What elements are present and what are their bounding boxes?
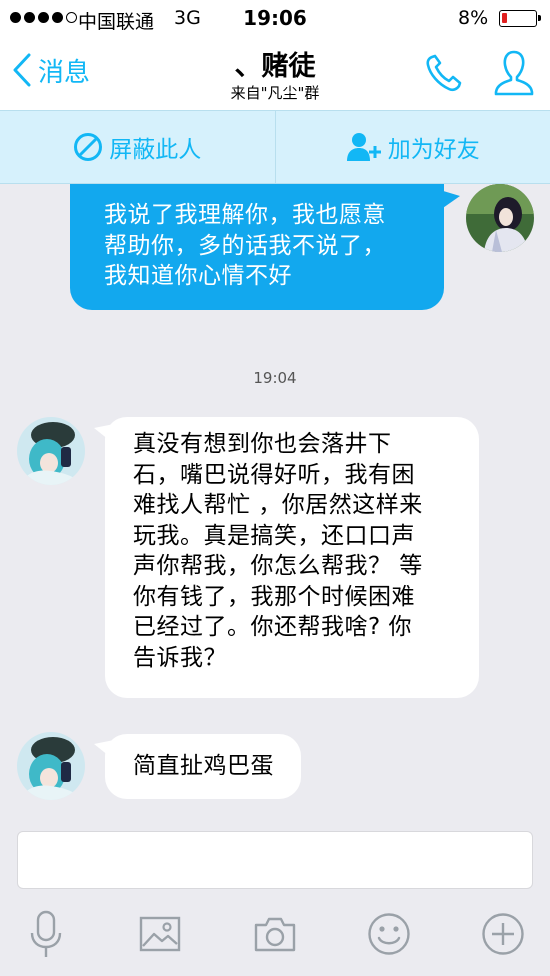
- add-friend-label: 加为好友: [387, 137, 480, 163]
- received-message-bubble[interactable]: 真没有想到你也会落井下 石，嘴巴说得好听，我有困 难找人帮忙 ，你居然这样来 玩…: [105, 417, 479, 698]
- emoji-button[interactable]: [363, 908, 415, 960]
- phone-button[interactable]: [422, 52, 466, 96]
- add-friend-icon: [346, 133, 381, 161]
- input-area: [0, 820, 550, 976]
- message-line: 帮助你，多的话我不说了，: [104, 232, 386, 259]
- phone-icon: [426, 54, 462, 92]
- camera-button[interactable]: [249, 908, 301, 960]
- person-icon: [494, 50, 534, 96]
- block-user-button[interactable]: 屏蔽此人: [0, 111, 275, 183]
- message-line: 我知道你心情不好: [104, 263, 292, 289]
- message-line: 已经过了。你还帮我啥? 你: [133, 614, 413, 640]
- my-avatar[interactable]: [466, 184, 534, 252]
- block-user-label: 屏蔽此人: [109, 137, 202, 163]
- image-icon: [139, 916, 181, 952]
- message-line: 真没有想到你也会落井下: [133, 431, 392, 457]
- message-line: 难找人帮忙 ，你居然这样来: [133, 492, 423, 518]
- message-line: 你有钱了，我那个时候困难: [133, 583, 415, 610]
- profile-button[interactable]: [490, 48, 538, 98]
- emoji-icon: [368, 913, 410, 955]
- message-line: 石，嘴巴说得好听，我有困: [133, 461, 415, 488]
- chat-subtitle: 来自"凡尘"群: [230, 84, 320, 102]
- message-timestamp: 19:04: [253, 369, 297, 387]
- message-line: 简直扯鸡巴蛋: [133, 753, 274, 779]
- battery-icon: [499, 10, 541, 27]
- sent-message-bubble[interactable]: 我说了我理解你，我也愿意 帮助你，多的话我不说了， 我知道你心情不好: [70, 184, 444, 310]
- input-toolbar: [0, 902, 550, 964]
- stranger-action-bar: 屏蔽此人 加为好友: [0, 110, 550, 184]
- chat-title: 、赌徒: [234, 51, 316, 82]
- nav-bar: 消息 、赌徒 来自"凡尘"群: [0, 36, 550, 110]
- bubble-tail: [440, 190, 460, 210]
- message-line: 我说了我理解你，我也愿意: [104, 202, 386, 228]
- contact-avatar[interactable]: [17, 732, 85, 800]
- battery-percent: 8%: [458, 7, 489, 29]
- camera-icon: [254, 917, 296, 952]
- voice-button[interactable]: [20, 908, 72, 960]
- block-icon: [74, 133, 103, 161]
- more-button[interactable]: [477, 908, 529, 960]
- plus-icon: [482, 913, 524, 955]
- received-message-bubble[interactable]: 简直扯鸡巴蛋: [105, 734, 301, 799]
- message-input[interactable]: [17, 831, 533, 889]
- contact-avatar[interactable]: [17, 417, 85, 485]
- message-line: 告诉我？: [133, 644, 227, 671]
- message-line: 声你帮我，你怎么帮我？ 等: [133, 553, 423, 579]
- status-bar: 中国联通 3G 19:06 8%: [0, 0, 550, 36]
- microphone-icon: [30, 910, 62, 957]
- image-button[interactable]: [134, 908, 186, 960]
- message-line: 玩我。真是搞笑，还口口声: [133, 522, 415, 549]
- add-friend-button[interactable]: 加为好友: [276, 111, 550, 183]
